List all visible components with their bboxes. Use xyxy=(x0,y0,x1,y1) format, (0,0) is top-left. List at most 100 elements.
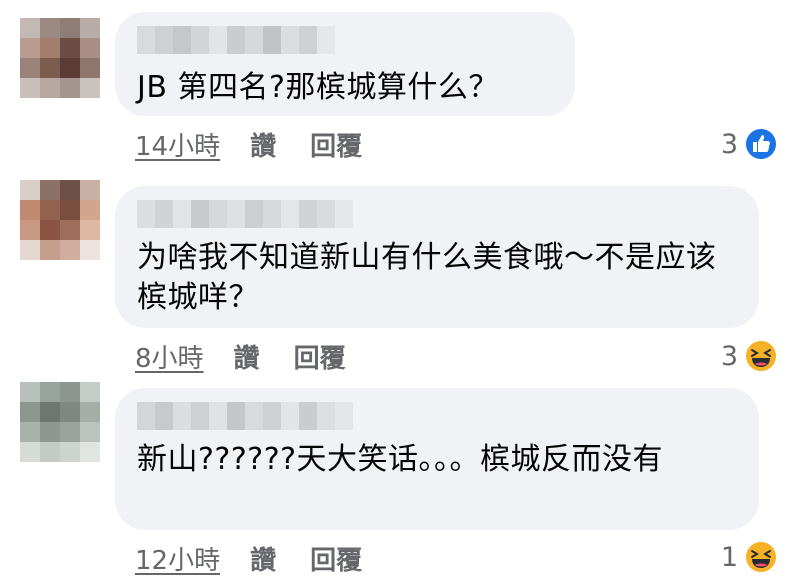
avatar-pixel xyxy=(80,18,100,38)
avatar-pixel xyxy=(60,78,80,98)
timestamp-link[interactable]: 8小時 xyxy=(135,338,204,375)
name-pixel xyxy=(245,200,263,228)
haha-icon xyxy=(744,540,778,574)
comment-text: JB 第四名?那槟城算什么？ xyxy=(137,70,499,105)
avatar-pixel xyxy=(20,240,40,260)
author-name-blurred[interactable] xyxy=(137,402,353,430)
comment-actions: 14小時 讚 回覆 xyxy=(135,126,396,162)
reply-button[interactable]: 回覆 xyxy=(310,126,362,163)
avatar-pixel xyxy=(80,382,100,402)
name-pixel xyxy=(209,200,227,228)
reply-button[interactable]: 回覆 xyxy=(294,338,346,375)
avatar-pixel xyxy=(80,220,100,240)
name-pixel xyxy=(317,26,335,54)
avatar-pixel xyxy=(20,220,40,240)
avatar-pixel xyxy=(20,180,40,200)
name-pixel xyxy=(227,402,245,430)
name-pixel xyxy=(209,26,227,54)
name-pixel xyxy=(137,200,155,228)
avatar-pixel xyxy=(20,382,40,402)
avatar-pixel xyxy=(40,382,60,402)
name-pixel xyxy=(155,26,173,54)
avatar-pixel xyxy=(80,200,100,220)
avatar-pixel xyxy=(80,38,100,58)
avatar[interactable] xyxy=(20,180,100,260)
avatar-pixel xyxy=(20,402,40,422)
name-pixel xyxy=(173,402,191,430)
comment-actions: 12小時 讚 回覆 xyxy=(135,540,396,576)
avatar-pixel xyxy=(80,402,100,422)
avatar-pixel xyxy=(40,442,60,462)
name-pixel xyxy=(209,402,227,430)
name-pixel xyxy=(155,200,173,228)
avatar-pixel xyxy=(20,422,40,442)
author-name-blurred[interactable] xyxy=(137,200,353,228)
timestamp-link[interactable]: 14小時 xyxy=(135,126,220,163)
avatar-pixel xyxy=(60,422,80,442)
avatar-pixel xyxy=(20,442,40,462)
avatar-pixel xyxy=(20,200,40,220)
like-button[interactable]: 讚 xyxy=(234,338,260,375)
name-pixel xyxy=(281,200,299,228)
name-pixel xyxy=(173,26,191,54)
name-pixel xyxy=(299,26,317,54)
avatar-pixel xyxy=(80,442,100,462)
comment-text: 新山??????天大笑话。。。槟城反而没有 xyxy=(137,442,664,477)
comment-actions: 8小時 讚 回覆 xyxy=(135,338,380,374)
name-pixel xyxy=(317,200,335,228)
avatar[interactable] xyxy=(20,18,100,98)
name-pixel xyxy=(191,402,209,430)
name-pixel xyxy=(317,402,335,430)
like-icon xyxy=(744,127,778,161)
avatar-pixel xyxy=(60,180,80,200)
avatar-pixel xyxy=(20,58,40,78)
name-pixel xyxy=(173,200,191,228)
avatar-pixel xyxy=(40,422,60,442)
avatar-pixel xyxy=(60,220,80,240)
avatar-pixel xyxy=(80,422,100,442)
like-button[interactable]: 讚 xyxy=(250,540,276,577)
comment-text: 为啥我不知道新山有什么美食哦～不是应该槟城咩？ xyxy=(137,240,717,315)
avatar-pixel xyxy=(40,220,60,240)
avatar-pixel xyxy=(80,240,100,260)
name-pixel xyxy=(245,26,263,54)
name-pixel xyxy=(281,402,299,430)
name-pixel xyxy=(263,200,281,228)
reaction-summary[interactable]: 3 xyxy=(721,336,778,376)
avatar-pixel xyxy=(40,58,60,78)
avatar-pixel xyxy=(40,240,60,260)
avatar-pixel xyxy=(60,18,80,38)
reaction-summary[interactable]: 1 xyxy=(721,537,778,577)
author-name-blurred[interactable] xyxy=(137,26,335,54)
name-pixel xyxy=(263,402,281,430)
avatar-pixel xyxy=(20,18,40,38)
name-pixel xyxy=(137,402,155,430)
avatar-pixel xyxy=(60,382,80,402)
reaction-summary[interactable]: 3 xyxy=(721,124,778,164)
name-pixel xyxy=(245,402,263,430)
name-pixel xyxy=(155,402,173,430)
avatar-pixel xyxy=(40,200,60,220)
name-pixel xyxy=(299,402,317,430)
avatar-pixel xyxy=(40,180,60,200)
haha-icon xyxy=(744,339,778,373)
avatar-pixel xyxy=(80,180,100,200)
avatar-pixel xyxy=(60,38,80,58)
avatar-pixel xyxy=(80,78,100,98)
avatar[interactable] xyxy=(20,382,100,462)
name-pixel xyxy=(335,200,353,228)
name-pixel xyxy=(137,26,155,54)
avatar-pixel xyxy=(20,38,40,58)
name-pixel xyxy=(281,26,299,54)
name-pixel xyxy=(227,26,245,54)
like-button[interactable]: 讚 xyxy=(250,126,276,163)
timestamp-link[interactable]: 12小時 xyxy=(135,540,220,577)
name-pixel xyxy=(335,402,353,430)
avatar-pixel xyxy=(60,200,80,220)
name-pixel xyxy=(263,26,281,54)
name-pixel xyxy=(191,200,209,228)
name-pixel xyxy=(191,26,209,54)
comment-bubble: 新山??????天大笑话。。。槟城反而没有 xyxy=(115,388,759,530)
avatar-pixel xyxy=(40,38,60,58)
reply-button[interactable]: 回覆 xyxy=(310,540,362,577)
